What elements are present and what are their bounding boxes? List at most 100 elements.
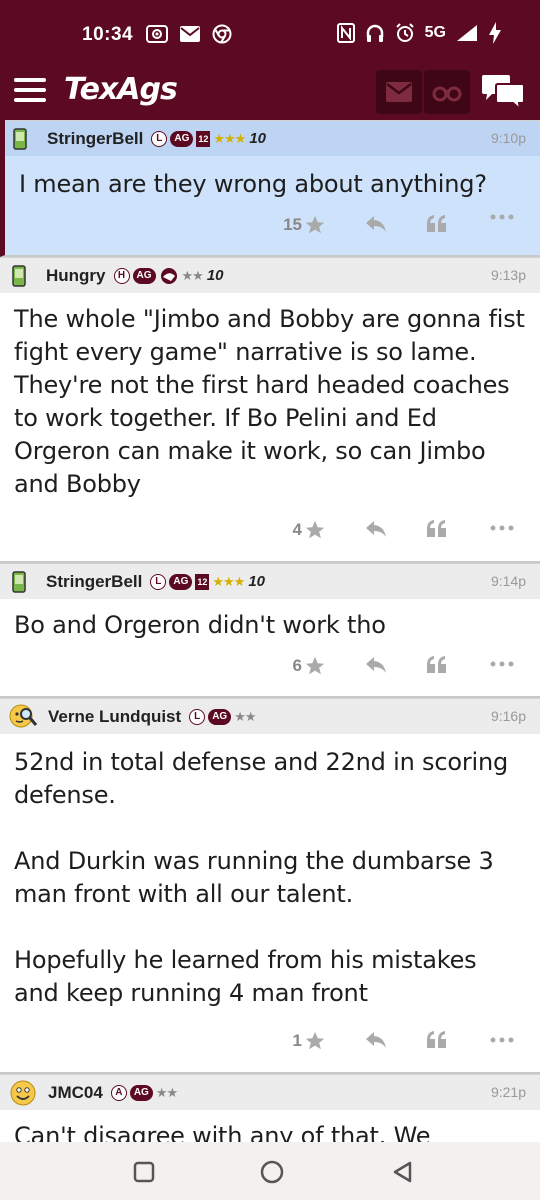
star-button[interactable]: 1 [293, 1030, 326, 1052]
reply-icon [366, 521, 386, 537]
app-header: TexAgs [0, 62, 540, 120]
rank-stars: ★★ [155, 1084, 178, 1100]
post-actions: 1 [0, 1010, 540, 1072]
star-icon [305, 656, 325, 675]
quote-icon [427, 1031, 446, 1048]
star-count: 1 [292, 1031, 302, 1050]
texags-logo[interactable]: TexAgs [64, 72, 178, 107]
reply-button[interactable] [364, 1030, 388, 1050]
star-button[interactable]: 6 [293, 655, 326, 677]
username[interactable]: StringerBell [46, 572, 142, 592]
post-item: Verne Lundquist L AG ★★ 9:16p 52nd in to… [0, 698, 540, 1074]
reply-icon [366, 216, 386, 232]
quote-button[interactable] [426, 214, 448, 234]
post-actions: 4 [0, 501, 540, 561]
reply-button[interactable] [364, 214, 388, 234]
alarm-icon [395, 23, 415, 43]
network-label: 5G [424, 24, 446, 41]
badge-l: L [189, 708, 206, 725]
post-list: StringerBell L AG 12 ★★★ 10 9:10p I mean… [0, 120, 540, 1153]
star-icon [305, 1031, 325, 1050]
badge-10: 10 [249, 130, 267, 147]
badge-ag: AG [169, 573, 193, 590]
username[interactable]: StringerBell [47, 129, 143, 149]
post-header: Verne Lundquist L AG ★★ 9:16p [0, 698, 540, 734]
username[interactable]: Hungry [46, 266, 106, 286]
chrome-icon [212, 24, 232, 44]
badge-a: A [110, 1084, 127, 1101]
post-time: 9:13p [490, 267, 526, 283]
rank-stars: ★★ [181, 267, 204, 283]
more-options-button[interactable] [490, 661, 514, 667]
badge-l: L [150, 573, 167, 590]
recents-button[interactable] [124, 1154, 164, 1190]
rank-stars: ★★★ [212, 573, 245, 589]
status-bar: 10:34 5G [0, 0, 540, 62]
badge-12th-man: 12 [195, 573, 210, 590]
mobile-phone-icon [13, 127, 27, 150]
envelope-icon [386, 82, 412, 102]
ellipsis-icon [490, 1037, 514, 1043]
post-body: Bo and Orgeron didn't work tho [14, 611, 386, 639]
post-body: 52nd in total defense and 22nd in scorin… [14, 748, 509, 1007]
back-triangle-icon [393, 1161, 412, 1183]
signal-icon [456, 24, 478, 42]
messages-button[interactable] [376, 70, 422, 114]
star-button[interactable]: 15 [283, 214, 326, 236]
rank-stars: ★★ [234, 708, 256, 724]
quote-button[interactable] [426, 519, 448, 539]
system-nav-bar [0, 1142, 540, 1200]
screen-record-icon [146, 25, 168, 43]
more-options-button[interactable] [490, 525, 514, 531]
post-header: StringerBell L AG 12 ★★★ 10 9:10p [5, 120, 540, 156]
ellipsis-icon [490, 525, 514, 531]
menu-icon[interactable] [14, 78, 46, 102]
home-button[interactable] [252, 1154, 292, 1190]
chat-bubbles-icon [482, 75, 525, 110]
quote-button[interactable] [426, 1030, 448, 1050]
watched-threads-button[interactable] [424, 70, 470, 114]
post-time: 9:21p [490, 1084, 526, 1100]
mobile-phone-icon [12, 264, 26, 287]
post-time: 9:16p [490, 708, 526, 724]
more-options-button[interactable] [490, 214, 514, 220]
post-time: 9:10p [490, 130, 526, 146]
reply-button[interactable] [364, 519, 388, 539]
post-item: StringerBell L AG 12 ★★★ 10 9:10p I mean… [0, 120, 540, 257]
username[interactable]: Verne Lundquist [48, 707, 181, 727]
post-header: Hungry H AG ★★ 10 9:13p [0, 257, 540, 293]
avatar-magnifier-icon [9, 704, 38, 727]
badge-ag: AG [129, 1084, 153, 1101]
quote-icon [427, 215, 446, 232]
reply-button[interactable] [364, 655, 388, 675]
post-item: Hungry H AG ★★ 10 9:13p The whole "Jimbo… [0, 257, 540, 563]
back-button[interactable] [382, 1154, 422, 1190]
post-body: I mean are they wrong about anything? [19, 170, 487, 198]
circle-icon [260, 1160, 284, 1184]
badge-l: L [151, 130, 168, 147]
post-header: JMC04 A AG ★★ 9:21p [0, 1074, 540, 1110]
star-count: 15 [283, 215, 302, 234]
star-icon [305, 215, 325, 234]
reply-icon [366, 1032, 386, 1048]
star-count: 4 [292, 520, 302, 539]
badge-h: H [113, 267, 130, 284]
badge-ag: AG [132, 267, 156, 284]
username[interactable]: JMC04 [48, 1083, 103, 1103]
ellipsis-icon [490, 661, 514, 667]
quote-button[interactable] [426, 655, 448, 675]
more-options-button[interactable] [490, 1037, 514, 1043]
status-time: 10:34 [82, 24, 134, 45]
ellipsis-icon [490, 214, 514, 220]
square-icon [133, 1161, 155, 1183]
post-actions: 15 [5, 201, 540, 255]
post-time: 9:14p [490, 573, 526, 589]
forums-button[interactable] [478, 72, 528, 112]
star-count: 6 [292, 656, 302, 675]
badge-10: 10 [248, 573, 266, 590]
headphones-icon [365, 23, 385, 43]
battery-charging-icon [488, 22, 502, 44]
star-button[interactable]: 4 [293, 519, 326, 541]
avatar-smiley-icon [10, 1080, 36, 1105]
badge-ag: AG [170, 130, 194, 147]
